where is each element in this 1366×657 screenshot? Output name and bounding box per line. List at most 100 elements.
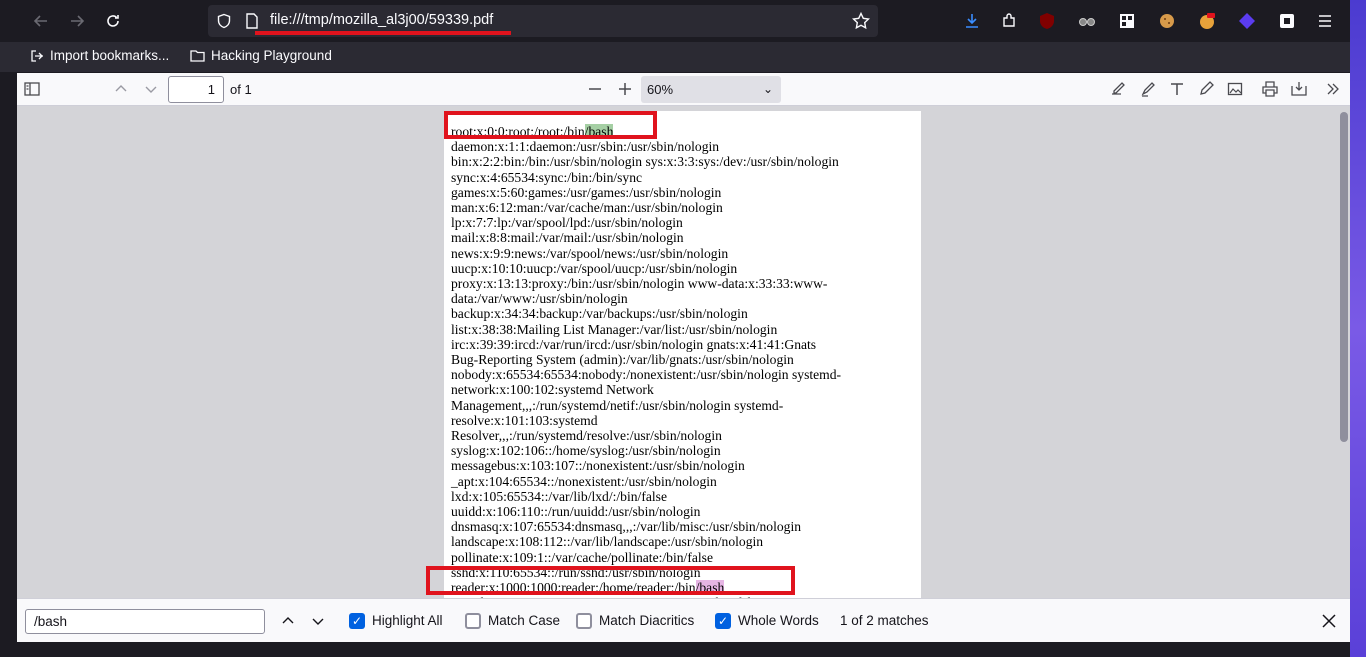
pdf-text-line: nobody:x:65534:65534:nobody:/nonexistent… <box>451 367 842 383</box>
find-next-button[interactable] <box>306 609 330 633</box>
pdf-text-line: Resolver,,,:/run/systemd/resolve:/usr/sb… <box>451 428 722 443</box>
pdf-text-line: bin:x:2:2:bin:/bin:/usr/sbin/nologin sys… <box>451 154 839 170</box>
pdf-text-line: syslog:x:102:106::/home/syslog:/usr/sbin… <box>451 443 721 459</box>
forward-arrow-icon <box>71 15 85 27</box>
highlight-button[interactable] <box>1135 77 1161 101</box>
downloads-icon[interactable] <box>960 9 984 33</box>
reload-button[interactable] <box>98 6 128 36</box>
find-match-status: 1 of 2 matches <box>840 613 929 628</box>
page-number-input[interactable]: 1 <box>168 76 224 103</box>
bookmark-folder-hacking-playground[interactable]: Hacking Playground <box>190 48 332 63</box>
wappalyzer-icon[interactable] <box>1235 9 1259 33</box>
hackbar-icon[interactable] <box>1195 9 1219 33</box>
draw-button[interactable] <box>1193 77 1219 101</box>
window-bottom-edge <box>0 642 1350 657</box>
double-chevron-right-icon <box>1327 83 1339 95</box>
find-input[interactable]: /bash <box>25 609 265 634</box>
browser-window: file:///tmp/mozilla_al3j00/59339.pdf Imp… <box>0 0 1350 657</box>
close-find-bar-button[interactable] <box>1317 609 1341 633</box>
pdf-viewer[interactable]: root:x:0:0:root:/root:/bin/bash daemon:x:… <box>17 106 1350 598</box>
folder-icon <box>190 50 205 62</box>
import-icon <box>31 49 43 62</box>
pdf-text-line: Bug-Reporting System (admin):/var/lib/gn… <box>451 352 794 367</box>
pdf-text-line: lxd:x:105:65534::/var/lib/lxd/:/bin/fals… <box>451 488 667 504</box>
add-image-button[interactable] <box>1222 77 1248 101</box>
chevron-down-icon: ⌄ <box>762 82 773 96</box>
close-icon <box>1322 614 1336 628</box>
highlight-all-checkbox[interactable]: ✓ <box>349 613 365 629</box>
pdf-text-line: games:x:5:60:games:/usr/games:/usr/sbin/… <box>451 184 722 200</box>
save-button[interactable] <box>1286 77 1312 101</box>
shield-icon[interactable] <box>216 13 232 33</box>
viewer-scrollbar[interactable] <box>1340 112 1348 442</box>
pdf-text-line: dnsmasq:x:107:65534:dnsmasq,,,:/var/lib/… <box>451 519 802 535</box>
add-text-button[interactable] <box>1164 77 1190 101</box>
pdf-text-line: pollinate:x:109:1::/var/cache/pollinate:… <box>451 549 713 565</box>
pdf-text-line: data:/var/www:/usr/sbin/nologin <box>451 291 628 307</box>
pdf-text-line: network:x:100:102:systemd Network <box>451 382 654 398</box>
forward-button[interactable] <box>62 6 92 36</box>
zoom-out-button[interactable] <box>582 77 608 101</box>
chevron-down-icon <box>145 86 157 93</box>
pdf-text-line: irc:x:39:39:ircd:/var/run/ircd:/usr/sbin… <box>451 336 817 352</box>
image-icon <box>1227 82 1243 96</box>
minus-icon <box>589 88 601 90</box>
print-button[interactable] <box>1257 77 1283 101</box>
menu-icon[interactable] <box>1313 9 1337 33</box>
download-icon <box>1291 82 1307 96</box>
navigation-toolbar: file:///tmp/mozilla_al3j00/59339.pdf <box>0 0 1350 42</box>
container-icon[interactable] <box>1275 9 1299 33</box>
find-previous-button[interactable] <box>276 609 300 633</box>
whole-words-label[interactable]: Whole Words <box>738 613 819 628</box>
previous-page-button[interactable] <box>108 77 134 101</box>
page-icon[interactable] <box>245 13 259 33</box>
chevron-down-icon <box>312 618 324 625</box>
spy-glasses-icon[interactable] <box>1075 9 1099 33</box>
highlight-all-label[interactable]: Highlight All <box>372 613 443 628</box>
pdf-text-line: uucp:x:10:10:uucp:/var/spool/uucp:/usr/s… <box>451 260 738 276</box>
find-bar: /bash ✓ Highlight All Match Case Match D… <box>17 598 1350 642</box>
bookmark-label: Import bookmarks... <box>50 48 170 63</box>
match-diacritics-label[interactable]: Match Diacritics <box>599 613 694 628</box>
pdf-text-line: sync:x:4:65534:sync:/bin:/bin/sync <box>451 169 643 185</box>
back-button[interactable] <box>26 6 56 36</box>
chevron-up-icon <box>115 85 127 92</box>
pdf-text-line: man:x:6:12:man:/var/cache/man:/usr/sbin/… <box>451 200 723 215</box>
ublock-icon[interactable] <box>1035 9 1059 33</box>
desktop-background <box>1350 0 1366 657</box>
cookie-icon[interactable] <box>1155 9 1179 33</box>
pdf-text-line: landscape:x:108:112::/var/lib/landscape:… <box>451 534 764 550</box>
printer-icon <box>1262 81 1278 97</box>
extensions-icon[interactable] <box>997 9 1021 33</box>
checkmark-icon: ✓ <box>717 614 729 628</box>
pdf-text-line: _apt:x:104:65534::/nonexistent:/usr/sbin… <box>451 473 717 489</box>
qr-code-icon[interactable] <box>1115 9 1139 33</box>
bookmark-star-icon[interactable] <box>851 11 871 34</box>
tools-menu-button[interactable] <box>1320 77 1346 101</box>
zoom-in-button[interactable] <box>612 77 638 101</box>
match-case-label[interactable]: Match Case <box>488 613 560 628</box>
plus-icon <box>619 83 631 95</box>
next-page-button[interactable] <box>138 77 164 101</box>
pdf-text-line: Management,,,:/run/systemd/netif:/usr/sb… <box>451 397 784 413</box>
bookmark-import[interactable]: Import bookmarks... <box>30 48 169 63</box>
pdf-text-line: resolve:x:101:103:systemd <box>451 412 598 428</box>
pdf-text-line: proxy:x:13:13:proxy:/bin:/usr/sbin/nolog… <box>451 276 828 291</box>
whole-words-checkbox[interactable]: ✓ <box>715 613 731 629</box>
signature-icon <box>1112 82 1125 95</box>
chevron-up-icon <box>282 617 294 624</box>
zoom-select[interactable]: 60% ⌄ <box>641 76 781 103</box>
toggle-sidebar-button[interactable] <box>19 77 45 101</box>
sidebar-icon <box>24 82 40 96</box>
pdf-text-line: lp:x:7:7:lp:/var/spool/lpd:/usr/sbin/nol… <box>451 215 683 231</box>
pen-icon <box>1200 81 1214 95</box>
match-case-checkbox[interactable] <box>465 613 481 629</box>
pdf-text-line: backup:x:34:34:backup:/var/backups:/usr/… <box>451 306 748 322</box>
annotation-underline <box>255 31 511 35</box>
pdf-text-line: daemon:x:1:1:daemon:/usr/sbin:/usr/sbin/… <box>451 139 720 155</box>
url-text[interactable]: file:///tmp/mozilla_al3j00/59339.pdf <box>270 12 493 28</box>
text-icon <box>1171 83 1183 95</box>
match-diacritics-checkbox[interactable] <box>576 613 592 629</box>
annotation-box-root-bash <box>444 111 657 139</box>
edit-signature-button[interactable] <box>1105 77 1131 101</box>
